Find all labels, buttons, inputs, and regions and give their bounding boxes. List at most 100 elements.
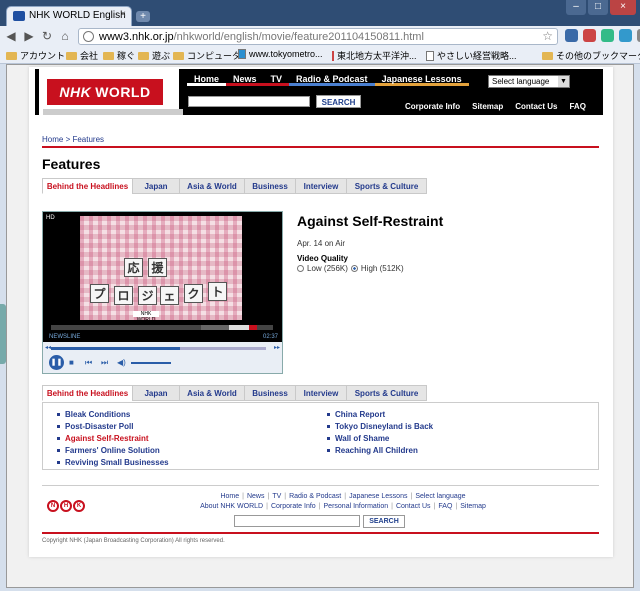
footer-search-button[interactable]: SEARCH bbox=[363, 515, 405, 528]
video-player[interactable]: HD 応 援 プ ロ ジ ェ ク ト NHK WORLD NEWSLINE 02… bbox=[42, 211, 283, 374]
footer-link[interactable]: Radio & Podcast bbox=[289, 493, 341, 500]
faq-link[interactable]: FAQ bbox=[569, 102, 585, 111]
pause-button[interactable]: ❚❚ bbox=[49, 355, 64, 370]
list-item[interactable]: Wall of Shame bbox=[327, 433, 433, 445]
footer-link[interactable]: About NHK WORLD bbox=[200, 503, 263, 510]
tab-business[interactable]: Business bbox=[244, 385, 296, 401]
tab-sports-culture[interactable]: Sports & Culture bbox=[346, 385, 427, 401]
browser-tab[interactable]: NHK WORLD English × bbox=[6, 6, 132, 26]
tab-behind-the-headlines[interactable]: Behind the Headlines bbox=[42, 178, 133, 194]
reload-icon[interactable]: ↻ bbox=[40, 29, 54, 43]
url-host: www3.nhk.or.jp bbox=[99, 31, 174, 43]
tab-close-icon[interactable]: × bbox=[120, 9, 126, 20]
video-frame[interactable]: 応 援 プ ロ ジ ェ ク ト NHK WORLD bbox=[80, 216, 242, 320]
minimize-button[interactable]: – bbox=[566, 0, 586, 15]
title-divider bbox=[42, 146, 599, 148]
chevron-down-icon: ▼ bbox=[558, 76, 569, 87]
bookmark-link[interactable]: やさしい経営戦略... bbox=[426, 49, 517, 62]
bookmark-folder[interactable]: 稼ぐ bbox=[103, 49, 135, 62]
list-item[interactable]: Reviving Small Businesses bbox=[57, 457, 169, 469]
nav-radio-podcast[interactable]: Radio & Podcast bbox=[289, 72, 375, 86]
tab-business[interactable]: Business bbox=[244, 178, 296, 194]
nhk-world-logo[interactable]: NHK WORLD bbox=[47, 79, 163, 105]
close-window-button[interactable]: × bbox=[610, 0, 636, 15]
seek-bar[interactable] bbox=[51, 347, 266, 350]
related-videos: Bleak Conditions Post-Disaster Poll Agai… bbox=[42, 402, 599, 470]
nav-news[interactable]: News bbox=[226, 72, 264, 86]
next-icon[interactable]: ⏭ bbox=[101, 358, 108, 368]
previous-icon[interactable]: ⏮ bbox=[85, 358, 92, 368]
footer-link[interactable]: Sitemap bbox=[460, 503, 486, 510]
quality-low-radio[interactable] bbox=[297, 265, 304, 272]
list-item[interactable]: Post-Disaster Poll bbox=[57, 421, 169, 433]
footer-link[interactable]: Japanese Lessons bbox=[349, 493, 407, 500]
list-item[interactable]: Bleak Conditions bbox=[57, 409, 169, 421]
tab-asia-world[interactable]: Asia & World bbox=[179, 385, 245, 401]
bookmark-folder[interactable]: 遊ぶ bbox=[138, 49, 170, 62]
nhk-world-watermark: NHK WORLD bbox=[133, 311, 159, 320]
footer-link[interactable]: Select language bbox=[415, 493, 465, 500]
site-search-input[interactable] bbox=[188, 96, 310, 107]
footer-link[interactable]: FAQ bbox=[438, 503, 452, 510]
quality-low-label[interactable]: Low (256K) bbox=[307, 264, 348, 273]
list-item-current[interactable]: Against Self-Restraint bbox=[57, 433, 169, 445]
list-item[interactable]: Reaching All Children bbox=[327, 445, 433, 457]
side-panel-handle[interactable] bbox=[0, 304, 6, 364]
contact-us-link[interactable]: Contact Us bbox=[515, 102, 557, 111]
maximize-button[interactable]: □ bbox=[588, 0, 608, 15]
bookmark-link[interactable]: 東北地方太平洋沖... bbox=[332, 49, 417, 62]
camera-extension-icon[interactable] bbox=[565, 29, 578, 42]
language-select[interactable]: Select language ▼ bbox=[488, 75, 570, 88]
video-caption-char: ロ bbox=[114, 286, 133, 305]
tab-interview[interactable]: Interview bbox=[295, 178, 347, 194]
list-item[interactable]: Farmers' Online Solution bbox=[57, 445, 169, 457]
category-tabs-bottom: Behind the Headlines Japan Asia & World … bbox=[42, 385, 427, 401]
sitemap-link[interactable]: Sitemap bbox=[472, 102, 503, 111]
tab-japan[interactable]: Japan bbox=[132, 178, 180, 194]
search-button[interactable]: SEARCH bbox=[316, 95, 361, 108]
bookmark-star-icon[interactable]: ☆ bbox=[542, 29, 553, 43]
nhk-footer-logo[interactable]: N H K bbox=[47, 500, 85, 512]
logo-area[interactable]: NHK WORLD bbox=[39, 69, 183, 115]
list-item[interactable]: Tokyo Disneyland is Back bbox=[327, 421, 433, 433]
other-bookmarks[interactable]: その他のブックマーク bbox=[542, 49, 640, 62]
quality-high-label[interactable]: High (512K) bbox=[361, 264, 404, 273]
footer-search-input[interactable] bbox=[234, 515, 360, 527]
forward-arrow-icon[interactable]: ▶ bbox=[22, 29, 36, 43]
footer-link[interactable]: Contact Us bbox=[396, 503, 431, 510]
nav-home[interactable]: Home bbox=[187, 72, 227, 86]
back-arrow-icon[interactable]: ◀ bbox=[4, 29, 18, 43]
volume-icon[interactable]: ◀) bbox=[117, 358, 126, 367]
bookmark-folder[interactable]: 会社 bbox=[66, 49, 98, 62]
nav-japanese-lessons[interactable]: Japanese Lessons bbox=[374, 72, 469, 86]
tab-behind-the-headlines[interactable]: Behind the Headlines bbox=[42, 385, 133, 401]
footer-link[interactable]: News bbox=[247, 493, 265, 500]
breadcrumb[interactable]: Home > Features bbox=[42, 135, 104, 144]
tab-sports-culture[interactable]: Sports & Culture bbox=[346, 178, 427, 194]
tab-title: NHK WORLD English bbox=[29, 10, 126, 21]
corporate-info-link[interactable]: Corporate Info bbox=[405, 102, 460, 111]
footer-link[interactable]: Corporate Info bbox=[271, 503, 316, 510]
tab-japan[interactable]: Japan bbox=[132, 385, 180, 401]
stop-icon[interactable]: ■ bbox=[69, 358, 74, 367]
footer-link[interactable]: TV bbox=[272, 493, 281, 500]
address-bar[interactable]: www3.nhk.or.jp/nhkworld/english/movie/fe… bbox=[78, 28, 558, 45]
bookmark-folder[interactable]: コンピュータ bbox=[173, 49, 241, 62]
home-icon[interactable]: ⌂ bbox=[58, 29, 72, 43]
bookmark-folder[interactable]: アカウント bbox=[6, 49, 65, 62]
new-tab-button[interactable]: + bbox=[136, 11, 150, 22]
quality-high-radio[interactable] bbox=[350, 265, 358, 272]
tab-asia-world[interactable]: Asia & World bbox=[179, 178, 245, 194]
footer-link[interactable]: Home bbox=[220, 493, 239, 500]
tab-interview[interactable]: Interview bbox=[295, 385, 347, 401]
translate-extension-icon[interactable] bbox=[619, 29, 632, 42]
volume-slider[interactable] bbox=[131, 362, 171, 364]
footer-link[interactable]: Personal Information bbox=[324, 503, 389, 510]
nav-tv[interactable]: TV bbox=[263, 72, 290, 86]
gmail-extension-icon[interactable] bbox=[583, 29, 596, 42]
fast-forward-icon[interactable]: ▸▸ bbox=[274, 344, 280, 351]
extension-icon[interactable] bbox=[601, 29, 614, 42]
bookmark-link[interactable]: www.tokyometro... bbox=[238, 49, 323, 59]
list-item[interactable]: China Report bbox=[327, 409, 433, 421]
footer-links-primary: Home | News | TV | Radio & Podcast | Japanese Le… bbox=[220, 493, 466, 500]
